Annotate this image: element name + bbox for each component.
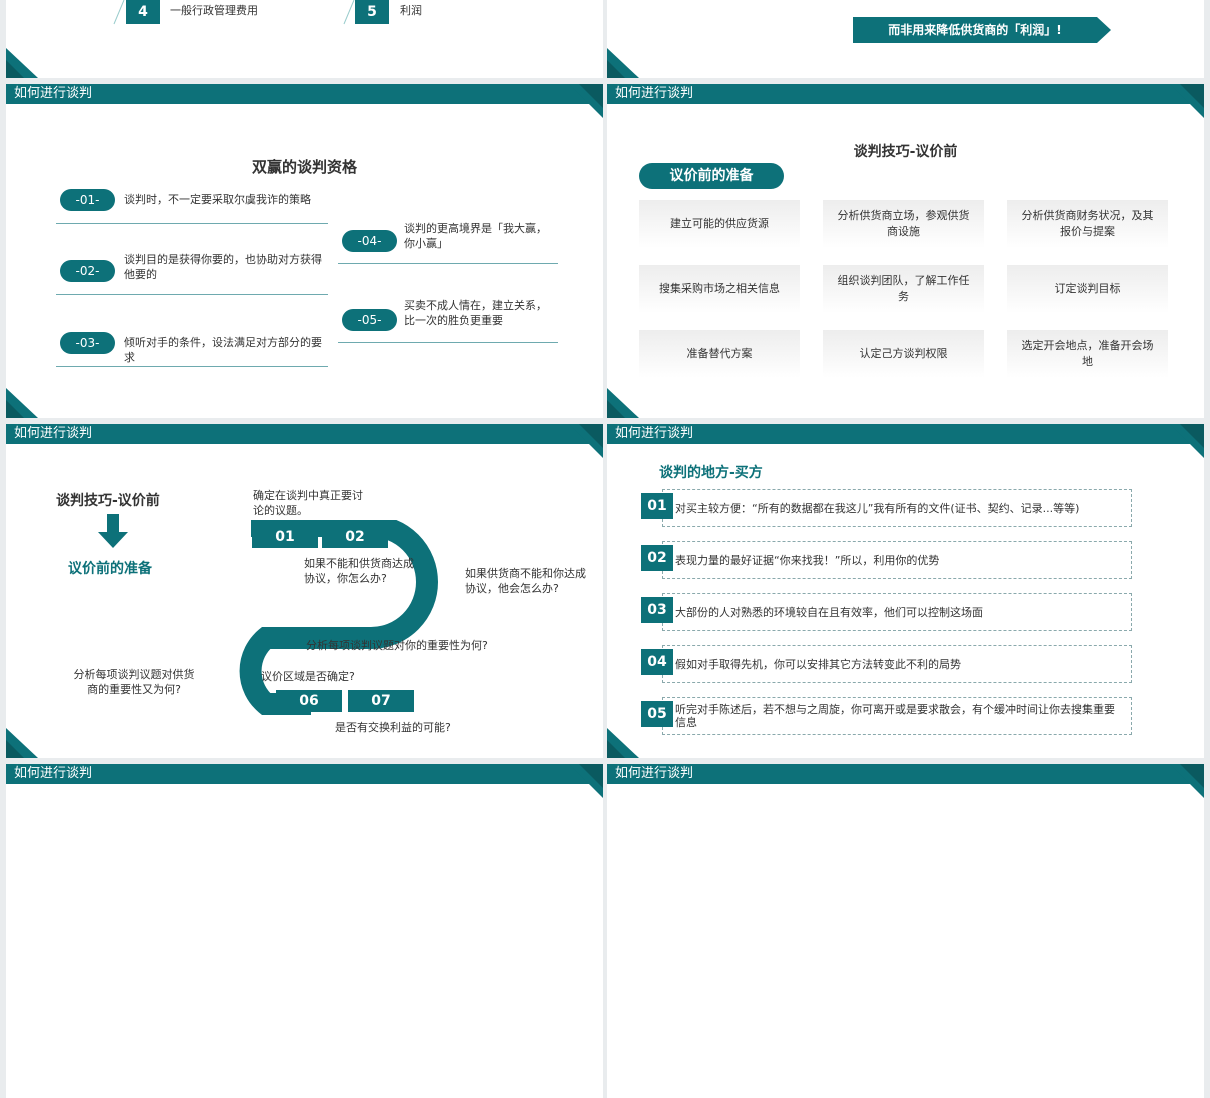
point-02-text: 谈判目的是获得你要的，也协助对方获得他要的: [124, 253, 322, 281]
point-03-text: 倾听对手的条件，设法满足对方部分的要求: [124, 336, 322, 364]
point-01-text: 谈判时，不一定要采取尔虞我诈的策略: [124, 193, 311, 206]
slide-2[interactable]: 而非用来降低供货商的「利润」!: [607, 0, 1204, 78]
point-04-badge: -04-: [342, 230, 397, 252]
slide-title: 双赢的谈判资格: [251, 158, 357, 176]
place-point-03-number: 03: [641, 597, 673, 623]
item-5-label: 利润: [400, 4, 422, 17]
question-5: 分析每项谈判议题对供货商的重要性又为何?: [73, 668, 195, 696]
place-point-01-text: 对买主较方便：“所有的数据都在我这儿”我有所有的文件(证书、契约、记录...等等…: [675, 501, 1080, 515]
slide-title: 谈判技巧-议价前: [56, 493, 160, 509]
point-05-badge: -05-: [342, 309, 397, 331]
header-title: 如何进行谈判: [14, 766, 93, 781]
corner-decoration: [6, 728, 38, 758]
place-point-01-number: 01: [641, 493, 673, 519]
corner-decoration: [6, 48, 38, 78]
point-04-text: 谈判的更高境界是「我大赢，你小赢」: [404, 222, 547, 250]
slide-header: [607, 424, 1204, 444]
place-point-05-number: 05: [641, 701, 673, 727]
item-4-number: 4: [126, 0, 160, 24]
place-point-04-box: 假如对手取得先机，你可以安排其它方法转变此不利的局势: [662, 645, 1132, 683]
question-4: 分析每项谈判议题对你的重要性为何?: [306, 639, 488, 652]
question-7: 是否有交换利益的可能?: [335, 721, 451, 734]
prep-card-7: 准备替代方案: [639, 330, 800, 378]
point-02-underline: [56, 294, 328, 295]
prep-card-6: 订定谈判目标: [1007, 265, 1168, 313]
header-title: 如何进行谈判: [615, 766, 694, 781]
point-02-badge: -02-: [60, 260, 115, 282]
prep-card-4: 搜集采购市场之相关信息: [639, 265, 800, 313]
step-01-chip: 01: [252, 526, 318, 548]
step-07-chip: 07: [348, 690, 414, 712]
question-2: 如果不能和供货商达成协议，你怎么办?: [304, 557, 414, 585]
point-04-underline: [338, 263, 558, 264]
header-corner-decoration: [569, 84, 603, 118]
question-3: 如果供货商不能和你达成协议，他会怎么办?: [465, 567, 586, 595]
place-point-04-number: 04: [641, 649, 673, 675]
place-point-02-box: 表现力量的最好证据“你来找我！”所以，利用你的优势: [662, 541, 1132, 579]
question-6: 议价区域是否确定?: [261, 670, 355, 683]
banner-text: 而非用来降低供货商的「利润」!: [888, 23, 1062, 37]
slide-8[interactable]: 如何进行谈判: [607, 764, 1204, 1098]
point-03-badge: -03-: [60, 332, 115, 354]
prep-card-5: 组织谈判团队，了解工作任务: [823, 265, 984, 313]
point-01-underline: [56, 223, 328, 224]
slide-1[interactable]: 4 一般行政管理费用 5 利润: [6, 0, 603, 78]
header-title: 如何进行谈判: [14, 426, 93, 441]
slide-6[interactable]: 如何进行谈判 谈判的地方-买方 对买主较方便：“所有的数据都在我这儿”我有所有的…: [607, 424, 1204, 758]
header-title: 如何进行谈判: [14, 86, 93, 101]
down-arrow-icon: [98, 514, 128, 548]
slide-3[interactable]: 如何进行谈判 双赢的谈判资格 -01- 谈判时，不一定要采取尔虞我诈的策略 -0…: [6, 84, 603, 418]
prep-card-2: 分析供货商立场，参观供货商设施: [823, 200, 984, 248]
slide-subtitle: 议价前的准备: [68, 561, 152, 577]
place-point-05-box: 听完对手陈述后，若不想与之周旋，你可离开或是要求散会，有个缓冲时间让你去搜集重要…: [662, 697, 1132, 735]
slide-header: [607, 84, 1204, 104]
point-05-underline: [338, 342, 558, 343]
place-point-04-text: 假如对手取得先机，你可以安排其它方法转变此不利的局势: [675, 657, 961, 671]
slide-header: [6, 424, 603, 444]
prep-card-9: 选定开会地点，准备开会场地: [1007, 330, 1168, 378]
header-corner-decoration: [1170, 84, 1204, 118]
slide-header: [6, 84, 603, 104]
point-01-badge: -01-: [60, 189, 115, 211]
place-point-03-text: 大部份的人对熟悉的环境较自在且有效率，他们可以控制这场面: [675, 605, 983, 619]
step-05-label: 05: [204, 648, 224, 664]
prep-card-8: 认定己方谈判权限: [823, 330, 984, 378]
step-04-label: 04: [313, 610, 333, 626]
corner-decoration: [607, 388, 639, 418]
point-05-text: 买卖不成人情在，建立关系，比一次的胜负更重要: [404, 299, 547, 327]
item-4-label: 一般行政管理费用: [170, 4, 258, 17]
header-corner-decoration: [1170, 424, 1204, 458]
place-point-03-box: 大部份的人对熟悉的环境较自在且有效率，他们可以控制这场面: [662, 593, 1132, 631]
item-5-number: 5: [355, 0, 389, 24]
prep-pill: 议价前的准备: [639, 163, 784, 189]
header-corner-decoration: [569, 424, 603, 458]
header-corner-decoration: [1170, 764, 1204, 798]
slide-title: 谈判技巧-议价前: [853, 144, 958, 160]
point-03-underline: [56, 366, 328, 367]
slide-header: [607, 764, 1204, 784]
prep-card-1: 建立可能的供应货源: [639, 200, 800, 248]
prep-card-3: 分析供货商财务状况，及其报价与提案: [1007, 200, 1168, 248]
slide-7[interactable]: 如何进行谈判: [6, 764, 603, 1098]
step-02-chip: 02: [322, 526, 388, 548]
place-point-05-text: 听完对手陈述后，若不想与之周旋，你可离开或是要求散会，有个缓冲时间让你去搜集重要…: [675, 703, 1115, 729]
slide-header: [6, 764, 603, 784]
step-06-chip: 06: [276, 690, 342, 712]
slide-5[interactable]: 如何进行谈判 谈判技巧-议价前 议价前的准备 01 02 03 04 05 06…: [6, 424, 603, 758]
question-1: 确定在谈判中真正要讨论的议题。: [253, 489, 363, 517]
header-title: 如何进行谈判: [615, 426, 694, 441]
slide-4[interactable]: 如何进行谈判 谈判技巧-议价前 议价前的准备 建立可能的供应货源 分析供货商立场…: [607, 84, 1204, 418]
slide-title: 谈判的地方-买方: [659, 465, 763, 481]
header-corner-decoration: [569, 764, 603, 798]
header-title: 如何进行谈判: [615, 86, 694, 101]
corner-decoration: [607, 728, 639, 758]
corner-decoration: [607, 48, 639, 78]
place-point-01-box: 对买主较方便：“所有的数据都在我这儿”我有所有的文件(证书、契约、记录...等等…: [662, 489, 1132, 527]
corner-decoration: [6, 388, 38, 418]
place-point-02-number: 02: [641, 545, 673, 571]
step-03-label: 03: [437, 567, 457, 583]
place-point-02-text: 表现力量的最好证据“你来找我！”所以，利用你的优势: [675, 553, 940, 567]
